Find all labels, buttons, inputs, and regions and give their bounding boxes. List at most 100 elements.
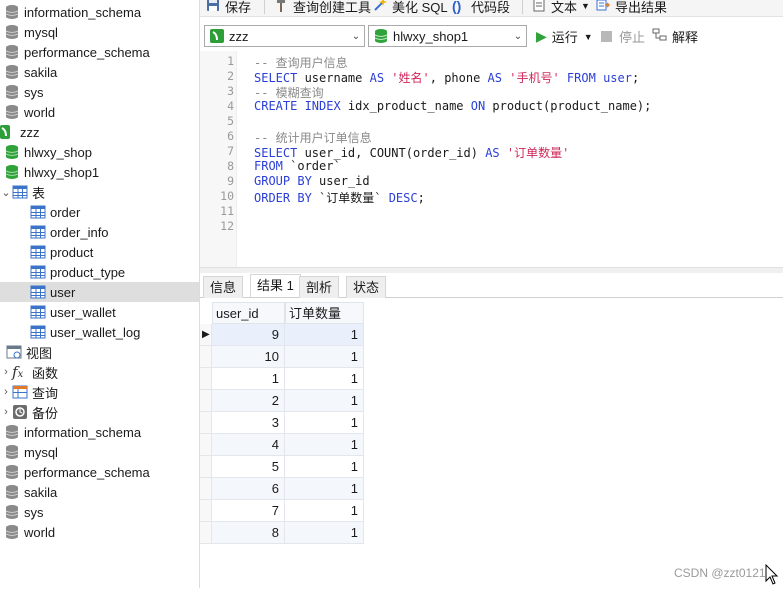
tree-item-database[interactable]: mysql — [0, 442, 199, 462]
table-row[interactable]: 51 — [200, 456, 364, 478]
row-header[interactable] — [200, 456, 212, 478]
tab-result-1[interactable]: 结果 1 — [250, 274, 301, 297]
code-token: AS — [487, 71, 502, 85]
table-row[interactable]: ▶ 9 1 — [200, 324, 364, 346]
table-cell[interactable]: 1 — [285, 324, 364, 346]
tree-item-table[interactable]: order_info — [0, 222, 199, 242]
table-cell[interactable]: 1 — [285, 434, 364, 456]
table-cell[interactable]: 1 — [285, 390, 364, 412]
save-button[interactable]: 保存 — [206, 0, 251, 15]
table-row[interactable]: 61 — [200, 478, 364, 500]
row-header[interactable] — [200, 390, 212, 412]
chevron-right-icon[interactable]: › — [0, 366, 12, 378]
tree-item-database[interactable]: information_schema — [0, 422, 199, 442]
tree-item-folder[interactable]: 视图 — [0, 342, 199, 362]
tree-item-database[interactable]: hlwxy_shop1 — [0, 162, 199, 182]
tab-result-3[interactable]: 状态 — [346, 276, 387, 298]
table-cell[interactable]: 1 — [285, 522, 364, 544]
stop-button[interactable]: 停止 — [601, 27, 645, 46]
chevron-right-icon[interactable]: › — [0, 386, 12, 398]
beautify-sql-button[interactable]: 美化 SQL — [373, 0, 448, 15]
run-button[interactable]: ▶ 运行 ▼ — [536, 27, 593, 46]
table-row[interactable]: 10 1 — [200, 346, 364, 368]
table-row[interactable]: 71 — [200, 500, 364, 522]
tree-item-database[interactable]: mysql — [0, 22, 199, 42]
table-cell[interactable]: 1 — [212, 368, 285, 390]
tree-item-database[interactable]: performance_schema — [0, 462, 199, 482]
table-cell[interactable]: 1 — [285, 412, 364, 434]
tree-item-database[interactable]: world — [0, 522, 199, 542]
row-header[interactable] — [200, 412, 212, 434]
table-cell[interactable]: 10 — [212, 346, 285, 368]
table-cell[interactable]: 1 — [285, 478, 364, 500]
tree-item-database[interactable]: sakila — [0, 482, 199, 502]
row-header[interactable]: ▶ — [200, 324, 212, 346]
tree-item-label: 表 — [32, 185, 46, 201]
row-header[interactable] — [200, 478, 212, 500]
tree-item-database[interactable]: performance_schema — [0, 42, 199, 62]
table-cell[interactable]: 3 — [212, 412, 285, 434]
tree-item-database[interactable]: world — [0, 102, 199, 122]
tree-item-folder[interactable]: › fx 函数 — [0, 362, 199, 382]
tree-item-folder[interactable]: › 查询 — [0, 382, 199, 402]
table-row[interactable]: 21 — [200, 390, 364, 412]
connection-select[interactable]: zzz ⌄ — [204, 25, 365, 47]
database-icon — [4, 104, 20, 120]
table-cell[interactable]: 7 — [212, 500, 285, 522]
chevron-right-icon[interactable]: › — [0, 406, 12, 418]
tree-item-database[interactable]: hlwxy_shop — [0, 142, 199, 162]
table-cell[interactable]: 1 — [285, 500, 364, 522]
column-header[interactable]: 订单数量 — [285, 302, 364, 324]
tree-item-database[interactable]: sakila — [0, 62, 199, 82]
export-results-button[interactable]: 导出结果 — [596, 0, 667, 15]
code-token: SELECT — [254, 71, 298, 85]
database-select[interactable]: hlwxy_shop1 ⌄ — [368, 25, 527, 47]
table-cell[interactable]: 1 — [285, 346, 364, 368]
tree-item-folder[interactable]: › 备份 — [0, 402, 199, 422]
table-cell[interactable]: 5 — [212, 456, 285, 478]
table-row[interactable]: 31 — [200, 412, 364, 434]
tree-item-tables-folder[interactable]: ⌄ 表 — [0, 182, 199, 202]
table-cell[interactable]: 9 — [212, 324, 285, 346]
database-icon — [4, 144, 20, 160]
tree-item-database[interactable]: information_schema — [0, 2, 199, 22]
table-cell[interactable]: 6 — [212, 478, 285, 500]
row-header[interactable] — [200, 500, 212, 522]
code-snippet-button[interactable]: () 代码段 — [452, 0, 510, 15]
table-cell[interactable]: 4 — [212, 434, 285, 456]
database-icon — [4, 524, 20, 540]
row-header[interactable] — [200, 434, 212, 456]
row-header[interactable] — [200, 522, 212, 544]
text-button[interactable]: 文本 ▼ — [532, 0, 590, 15]
code-token: product(product_name); — [485, 99, 652, 113]
export-icon — [596, 0, 612, 14]
tree-item-table[interactable]: product_type — [0, 262, 199, 282]
table-cell[interactable]: 1 — [285, 456, 364, 478]
tree-item-database[interactable]: sys — [0, 502, 199, 522]
code-line: GROUP BY user_id — [254, 174, 370, 188]
tree-item-database[interactable]: sys — [0, 82, 199, 102]
toolbar: 保存 查询创建工具 美化 SQL () 代码段 文本 ▼ 导出结果 — [200, 0, 783, 17]
tab-result-2[interactable]: 剖析 — [299, 276, 340, 298]
query-builder-button[interactable]: 查询创建工具 — [274, 0, 371, 15]
table-row[interactable]: 81 — [200, 522, 364, 544]
table-cell[interactable]: 2 — [212, 390, 285, 412]
tree-item-table[interactable]: user_wallet_log — [0, 322, 199, 342]
tab-result-0[interactable]: 信息 — [203, 276, 244, 298]
explain-button[interactable]: 解释 — [652, 27, 698, 46]
tree-item-table[interactable]: user — [0, 282, 199, 302]
row-header[interactable] — [200, 346, 212, 368]
chevron-down-icon[interactable]: ⌄ — [0, 186, 12, 199]
sql-editor[interactable]: 1 2 3 4 5 6 7 8 9 10 11 12 -- 查询用户信息 SELECT username… — [200, 51, 783, 267]
table-cell[interactable]: 8 — [212, 522, 285, 544]
tree-item-table[interactable]: user_wallet — [0, 302, 199, 322]
column-header[interactable]: user_id — [212, 302, 285, 324]
code-line: FROM `order` — [254, 159, 341, 173]
tree-item-connection[interactable]: zzz — [0, 122, 199, 142]
tree-item-table[interactable]: product — [0, 242, 199, 262]
tree-item-table[interactable]: order — [0, 202, 199, 222]
table-row[interactable]: 11 — [200, 368, 364, 390]
table-row[interactable]: 41 — [200, 434, 364, 456]
row-header[interactable] — [200, 368, 212, 390]
table-cell[interactable]: 1 — [285, 368, 364, 390]
